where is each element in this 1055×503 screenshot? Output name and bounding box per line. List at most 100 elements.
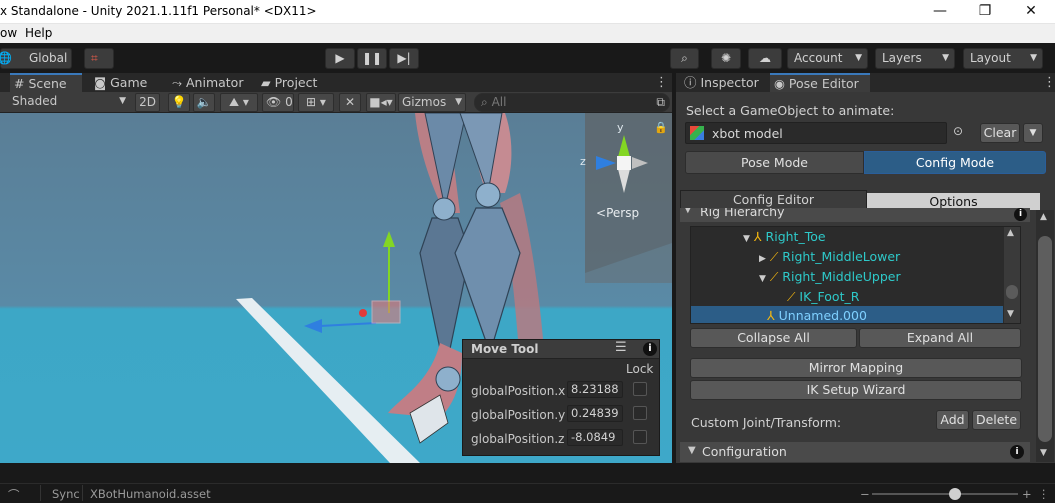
step-button[interactable]: ▶| (389, 48, 419, 69)
lighting-toggle[interactable]: 💡 (168, 93, 190, 112)
scene-kebab-icon[interactable]: ⋮ (655, 75, 668, 90)
tree-item-unnamed-selected[interactable]: ⅄ Unnamed.000 (691, 306, 1003, 323)
status-icon: ⌒ (8, 488, 20, 502)
tree-item-right-middle-lower[interactable]: ▶ ⟋ Right_MiddleLower (759, 247, 900, 267)
tab-pose-editor[interactable]: ◉ Pose Editor (770, 73, 870, 92)
info-icon[interactable]: i (1010, 445, 1024, 459)
collapsed-arrow-icon: ▶ (759, 254, 766, 264)
layout-dropdown[interactable]: Layout ▼ (963, 48, 1043, 69)
configuration-header[interactable]: ▼ Configuration i (680, 442, 1030, 462)
collapse-all-button[interactable]: Collapse All (690, 328, 857, 348)
add-button[interactable]: Add (936, 410, 969, 430)
camera-dropdown[interactable]: ■◂▾ (366, 93, 396, 112)
minimize-button[interactable]: — (917, 0, 963, 24)
global-toggle-button[interactable]: 🌐 Global (0, 48, 72, 69)
scene-search-input[interactable]: ⌕ All ⧉ (474, 93, 670, 112)
scene-view-bar: Shaded ▼ 2D 💡 🔈 ⛰ ▾ 👁 0 ⊞ ▾ ✕ ■◂▾ Gizmos… (0, 92, 672, 113)
ik-setup-wizard-button[interactable]: IK Setup Wizard (690, 380, 1022, 400)
play-icon: ▶ (335, 51, 345, 65)
speaker-icon: 🔈 (196, 95, 212, 109)
scroll-up-icon[interactable]: ▲ (1007, 228, 1014, 238)
move-tool-header[interactable]: Move Tool ☰ i (463, 340, 659, 359)
tools-toggle[interactable]: ✕ (339, 93, 361, 112)
status-bar: ⌒ Sync XBotHumanoid.asset − + ⋮ (0, 483, 1055, 503)
menu-help[interactable]: Help (25, 26, 52, 40)
clear-dropdown[interactable]: ▼ (1023, 123, 1043, 143)
info-icon[interactable]: i (1014, 208, 1027, 221)
delete-button[interactable]: Delete (972, 410, 1021, 430)
tab-inspector-label: Inspector (700, 75, 759, 90)
tab-game[interactable]: ◙ Game (90, 73, 160, 92)
zoom-slider-thumb[interactable] (949, 488, 961, 500)
config-mode-button[interactable]: Config Mode (864, 151, 1046, 174)
persp-toggle[interactable]: <Persp (596, 206, 639, 220)
chevron-down-icon: ▼ (119, 96, 126, 106)
effects-icon: ⛰ ▾ (229, 95, 249, 109)
lightbulb-icon: 💡 (171, 95, 187, 109)
scrollbar-thumb[interactable] (1038, 236, 1052, 442)
grid-snap-button[interactable]: ⌗ (84, 48, 114, 69)
globe-icon: 🌐 (0, 51, 12, 65)
scene-visibility-toggle[interactable]: 👁 0 (262, 93, 294, 112)
foldout-arrow-icon: ▼ (684, 208, 692, 215)
services-icon: ✺ (720, 51, 732, 65)
scroll-up-icon[interactable]: ▲ (1040, 212, 1047, 222)
lock-y-checkbox[interactable] (633, 406, 647, 420)
tab-animator[interactable]: ⤳ Animator (168, 73, 253, 92)
sync-label: Sync (52, 487, 80, 501)
search-button[interactable]: ⌕ (670, 48, 699, 69)
position-z-field[interactable]: -8.0849 (567, 429, 623, 446)
effects-dropdown[interactable]: ⛰ ▾ (220, 93, 258, 112)
pause-button[interactable]: ❚❚ (357, 48, 387, 69)
lock-icon[interactable]: 🔒 (654, 121, 668, 134)
tree-scrollbar[interactable]: ▲ ▼ (1004, 227, 1020, 323)
services-button[interactable]: ✺ (711, 48, 741, 69)
account-dropdown[interactable]: Account ▼ (787, 48, 868, 69)
search-icon: ⌕ (481, 95, 488, 109)
scrollbar-thumb[interactable] (1006, 285, 1018, 299)
grid-dropdown[interactable]: ⊞ ▾ (298, 93, 334, 112)
lock-z-checkbox[interactable] (633, 430, 647, 444)
toggle-2d-button[interactable]: 2D (135, 93, 160, 112)
menu-window[interactable]: ow (0, 26, 17, 40)
subtab-config-editor[interactable]: Config Editor (680, 190, 867, 210)
tab-scene[interactable]: # Scene (10, 73, 82, 92)
object-picker-icon[interactable]: ⊙ (953, 124, 963, 138)
collab-button[interactable]: ☁ (748, 48, 782, 69)
pose-mode-button[interactable]: Pose Mode (685, 151, 864, 174)
scroll-down-icon[interactable]: ▼ (1007, 309, 1014, 319)
hidden-count: 0 (285, 95, 293, 109)
tree-item-right-middle-upper[interactable]: ▼ ⟋ Right_MiddleUpper (759, 267, 901, 287)
restore-button[interactable]: ❐ (962, 0, 1008, 24)
audio-toggle[interactable]: 🔈 (193, 93, 215, 112)
shading-mode-dropdown[interactable]: Shaded ▼ (8, 93, 130, 112)
scroll-down-icon[interactable]: ▼ (1040, 448, 1047, 458)
grid-snap-icon: ⌗ (91, 51, 98, 65)
position-x-field[interactable]: 8.23188 (567, 381, 623, 398)
menu-icon[interactable]: ☰ (615, 340, 627, 355)
tree-item-ik-foot-r[interactable]: ⟋ IK_Foot_R (787, 287, 859, 307)
zoom-out-icon[interactable]: − (860, 487, 870, 501)
zoom-slider-track[interactable] (872, 493, 1018, 495)
expand-all-button[interactable]: Expand All (859, 328, 1021, 348)
status-menu-icon[interactable]: ⋮ (1038, 487, 1050, 501)
clear-button[interactable]: Clear (980, 123, 1020, 143)
layers-dropdown[interactable]: Layers ▼ (875, 48, 955, 69)
tab-inspector[interactable]: ⓘ Inspector (680, 73, 766, 92)
rig-hierarchy-header[interactable]: ▼ Rig Hierarchy i (680, 208, 1030, 222)
zoom-in-icon[interactable]: + (1022, 487, 1032, 501)
gameobject-field[interactable]: xbot model (685, 122, 947, 144)
account-label: Account (794, 51, 843, 65)
panel-scrollbar[interactable]: ▲ ▼ (1036, 210, 1054, 462)
right-kebab-icon[interactable]: ⋮ (1043, 75, 1055, 90)
position-y-field[interactable]: 0.24839 (567, 405, 623, 422)
tree-item-right-toe[interactable]: ▼ ⅄ Right_Toe (743, 227, 826, 247)
close-button[interactable]: ✕ (1008, 0, 1054, 24)
mirror-mapping-button[interactable]: Mirror Mapping (690, 358, 1022, 378)
info-icon[interactable]: i (643, 342, 657, 356)
scene-tab-strip: # Scene ◙ Game ⤳ Animator ▰ Project ⋮ (0, 73, 672, 92)
gizmos-dropdown[interactable]: Gizmos ▼ (398, 93, 466, 112)
play-button[interactable]: ▶ (325, 48, 355, 69)
tab-project[interactable]: ▰ Project (257, 73, 337, 92)
lock-x-checkbox[interactable] (633, 382, 647, 396)
